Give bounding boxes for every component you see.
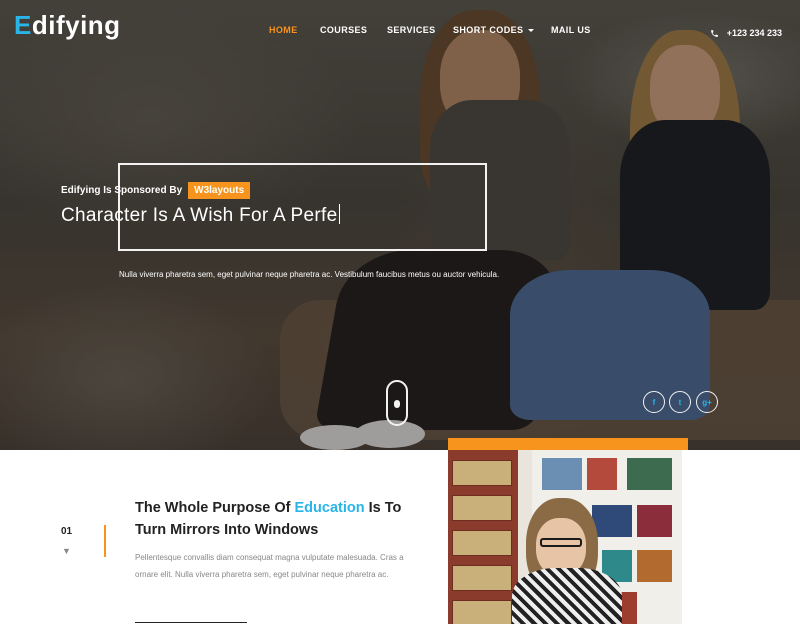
scroll-down-indicator[interactable]	[386, 380, 408, 426]
hero-headline: Character Is A Wish For A Perfe	[61, 204, 341, 227]
sponsor-text: Edifying Is Sponsored By	[61, 185, 183, 196]
accent-bar	[448, 438, 688, 450]
main-nav: HOME COURSES SERVICES SHORT CODES MAIL U…	[0, 25, 800, 39]
sponsor-line: Edifying Is Sponsored By W3layouts	[61, 182, 251, 199]
arrow-down-icon: ▼	[62, 546, 71, 556]
social-facebook[interactable]: f	[643, 391, 665, 413]
nav-item-label: SHORT CODES	[453, 25, 524, 35]
hero-headline-text: Character Is A Wish For A Perfe	[61, 205, 338, 226]
phone-contact[interactable]: +123 234 233	[710, 28, 782, 38]
title-text: The Whole Purpose Of	[135, 500, 291, 516]
title-highlight: Education	[294, 500, 365, 516]
section-title: The Whole Purpose Of Education Is To Tur…	[135, 497, 435, 541]
nav-item-short-codes[interactable]: SHORT CODES	[453, 25, 535, 35]
hero-subtext: Nulla viverra pharetra sem, eget pulvina…	[119, 270, 500, 279]
facebook-icon: f	[652, 397, 656, 407]
nav-item-courses[interactable]: COURSES	[320, 25, 367, 35]
social-twitter[interactable]: t	[669, 391, 691, 413]
library-photo	[448, 450, 682, 624]
google-plus-icon: g+	[702, 397, 712, 407]
section-number: 01	[61, 526, 73, 537]
accent-divider	[104, 525, 106, 557]
nav-item-services[interactable]: SERVICES	[387, 25, 436, 35]
nav-item-mail-us[interactable]: MAIL US	[551, 25, 591, 35]
mouse-wheel-icon	[394, 400, 400, 408]
caret-down-icon	[528, 29, 535, 33]
magazine-rack	[448, 450, 518, 624]
nav-item-home[interactable]: HOME	[269, 25, 298, 35]
typing-cursor	[339, 204, 341, 224]
section-paragraph: Pellentesque convallis diam consequat ma…	[135, 553, 404, 579]
photo-person	[512, 568, 622, 624]
twitter-icon: t	[678, 397, 682, 407]
sponsor-badge[interactable]: W3layouts	[188, 182, 251, 199]
read-more-button-border[interactable]	[135, 622, 247, 623]
phone-icon	[710, 29, 718, 37]
phone-number: +123 234 233	[726, 28, 782, 38]
photo-glasses	[540, 538, 582, 547]
social-google-plus[interactable]: g+	[696, 391, 718, 413]
